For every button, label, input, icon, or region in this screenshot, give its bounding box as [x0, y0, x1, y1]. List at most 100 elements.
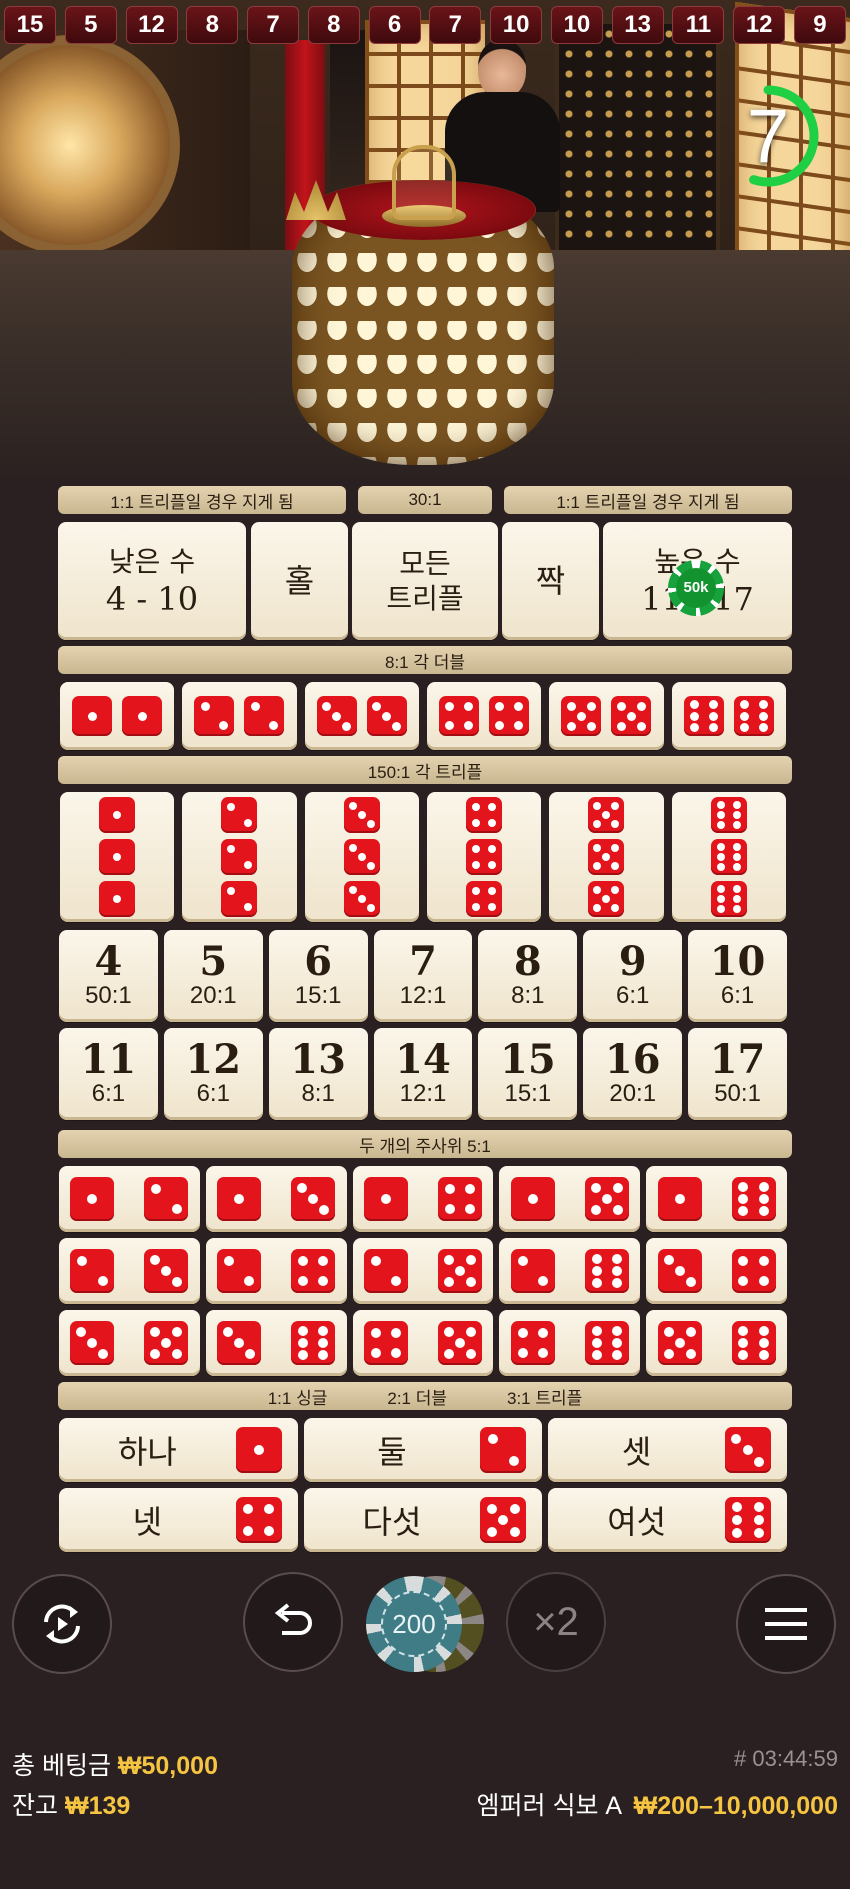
die-5-icon: [437, 1249, 482, 1293]
bet-combo-5-6[interactable]: [646, 1310, 787, 1376]
table-limits: ₩200–10,000,000: [633, 1792, 838, 1820]
bet-combo-4-6[interactable]: [499, 1310, 641, 1376]
bet-total-12[interactable]: 12 6:1: [163, 1028, 263, 1120]
bet-total-10[interactable]: 10 6:1: [688, 930, 787, 1022]
die-5-icon: [144, 1321, 189, 1365]
double-dice: [305, 682, 419, 750]
bet-combo-3-4[interactable]: [646, 1238, 787, 1304]
bet-big[interactable]: 높은 수 11 - 17 50k: [603, 522, 792, 640]
menu-icon: [765, 1608, 807, 1640]
bet-combo-4-5[interactable]: [352, 1310, 494, 1376]
die-1-icon: [72, 696, 113, 736]
undo-button[interactable]: [243, 1572, 343, 1672]
bet-single-3[interactable]: 셋: [548, 1418, 787, 1482]
die-1-icon: [510, 1177, 555, 1221]
single-die: [480, 1497, 527, 1543]
combo-dice: [206, 1166, 347, 1232]
bet-triple-1[interactable]: [60, 792, 175, 922]
bet-combo-2-6[interactable]: [499, 1238, 641, 1304]
bet-combo-1-2[interactable]: [59, 1166, 200, 1232]
die-4-icon: [363, 1321, 408, 1365]
total-number: 15: [500, 1035, 556, 1083]
die-1-icon: [122, 696, 163, 736]
bet-double-6[interactable]: [671, 682, 786, 750]
bet-total-5[interactable]: 5 20:1: [163, 930, 263, 1022]
bet-single-4[interactable]: 넷: [59, 1488, 298, 1552]
bet-total-6[interactable]: 6 15:1: [268, 930, 368, 1022]
die-4-icon: [439, 696, 480, 736]
die-3-icon: [657, 1249, 702, 1293]
history-result: 8: [186, 6, 239, 44]
die-2-icon: [244, 696, 285, 736]
bet-double-1[interactable]: [60, 682, 175, 750]
bet-small[interactable]: 낮은 수 4 - 10: [58, 522, 246, 640]
bet-combo-3-6[interactable]: [205, 1310, 347, 1376]
placed-chip[interactable]: 50k: [668, 560, 724, 616]
bet-total-13[interactable]: 13 8:1: [268, 1028, 368, 1120]
triple-payout-label: 3:1 트리플: [507, 1388, 583, 1408]
bet-total-14[interactable]: 14 12:1: [373, 1028, 473, 1120]
total-number: 11: [80, 1035, 137, 1083]
bet-combo-3-5[interactable]: [59, 1310, 200, 1376]
autoplay-button[interactable]: [12, 1574, 112, 1674]
bet-combo-1-4[interactable]: [352, 1166, 494, 1232]
bet-total-8[interactable]: 8 8:1: [478, 930, 578, 1022]
bet-double-3[interactable]: [304, 682, 419, 750]
double-dice: [427, 682, 541, 750]
bet-single-5[interactable]: 다섯: [303, 1488, 543, 1552]
bet-double-5[interactable]: [549, 682, 664, 750]
bet-total-7[interactable]: 7 12:1: [373, 930, 473, 1022]
double-dice: [60, 682, 174, 750]
bet-single-6[interactable]: 여섯: [548, 1488, 787, 1552]
bet-combo-1-3[interactable]: [205, 1166, 347, 1232]
bet-combo-1-6[interactable]: [646, 1166, 787, 1232]
singles-label-strip: 1:1 싱글 2:1 더블 3:1 트리플: [58, 1382, 792, 1410]
die-1-icon: [363, 1177, 408, 1221]
combo-dice: [499, 1166, 640, 1232]
combo-dice: [353, 1238, 494, 1304]
history-result: 8: [307, 6, 360, 44]
die-2-icon: [194, 696, 235, 736]
die-3-icon: [316, 696, 357, 736]
total-payout: 15:1: [504, 1079, 552, 1107]
bet-combo-2-3[interactable]: [59, 1238, 200, 1304]
bet-combo-1-5[interactable]: [499, 1166, 641, 1232]
bet-triple-3[interactable]: [304, 792, 419, 922]
die-5-icon: [584, 1177, 629, 1221]
triple-dice: [60, 792, 174, 922]
combo-dice: [353, 1166, 494, 1232]
selected-chip[interactable]: 200: [366, 1576, 462, 1672]
table-info[interactable]: 엠퍼러 식보 A ₩200–10,000,000: [477, 1786, 838, 1822]
bet-single-2[interactable]: 둘: [303, 1418, 543, 1482]
balance: 잔고 ₩139: [12, 1786, 130, 1822]
menu-button[interactable]: [736, 1574, 836, 1674]
total-payout: 8:1: [511, 981, 545, 1009]
total-payout: 15:1: [294, 981, 342, 1009]
bet-single-1[interactable]: 하나: [59, 1418, 298, 1482]
bet-combo-2-5[interactable]: [352, 1238, 494, 1304]
double-dice: [672, 682, 786, 750]
bet-total-9[interactable]: 9 6:1: [583, 930, 683, 1022]
bet-triple-2[interactable]: [182, 792, 297, 922]
die-6-icon: [710, 839, 747, 875]
bet-combo-2-4[interactable]: [205, 1238, 347, 1304]
bet-total-4[interactable]: 4 50:1: [59, 930, 158, 1022]
bet-odd[interactable]: 홀: [251, 522, 348, 640]
bet-triple-4[interactable]: [427, 792, 542, 922]
total-payout: 6:1: [616, 981, 650, 1009]
bet-double-2[interactable]: [182, 682, 297, 750]
double-bet-button[interactable]: ×2: [506, 1572, 606, 1672]
bet-double-4[interactable]: [427, 682, 542, 750]
total-number: 9: [618, 937, 647, 985]
bet-any-triple[interactable]: 모든 트리플: [352, 522, 498, 640]
total-payout: 20:1: [189, 981, 237, 1009]
bet-even[interactable]: 짝: [502, 522, 599, 640]
bet-triple-5[interactable]: [549, 792, 664, 922]
triples-label: 150:1 각 트리플: [58, 756, 792, 784]
bet-total-17[interactable]: 17 50:1: [688, 1028, 787, 1120]
bet-total-16[interactable]: 16 20:1: [583, 1028, 683, 1120]
chip-selector[interactable]: 200: [366, 1572, 484, 1672]
bet-total-11[interactable]: 11 6:1: [59, 1028, 158, 1120]
bet-triple-6[interactable]: [671, 792, 786, 922]
bet-total-15[interactable]: 15 15:1: [478, 1028, 578, 1120]
